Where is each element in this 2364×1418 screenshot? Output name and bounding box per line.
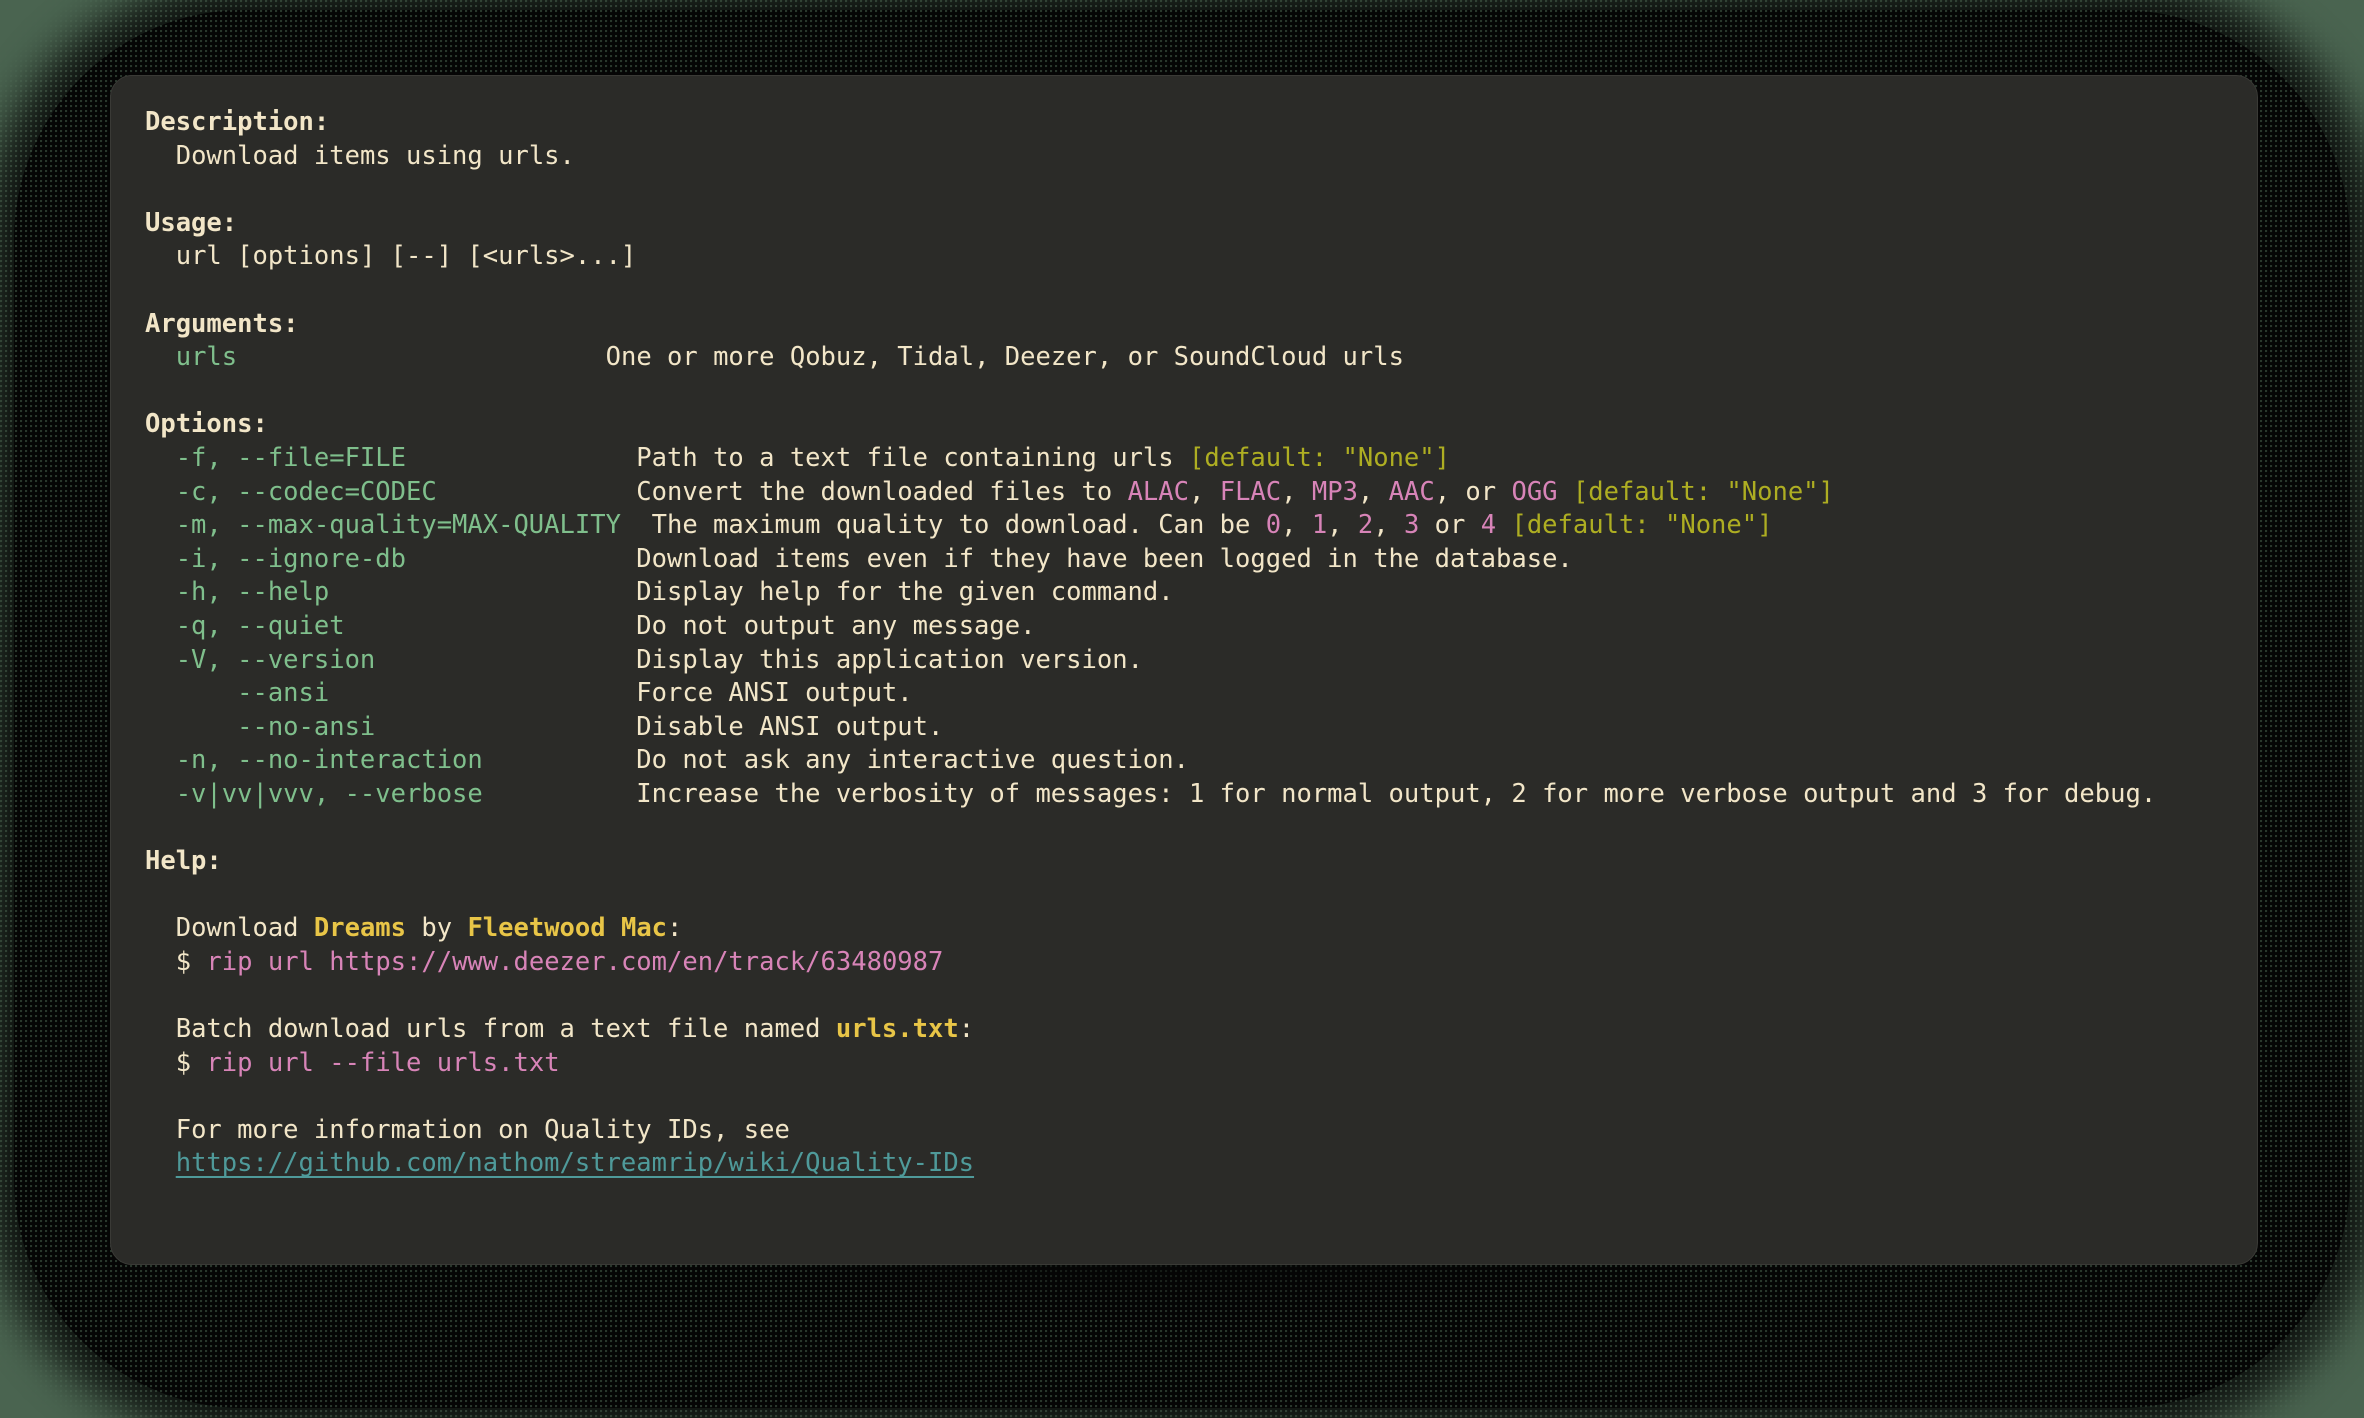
option-value: FLAC — [1219, 476, 1282, 507]
option-description: Display this application version. — [636, 644, 1143, 675]
option-value: ALAC — [1127, 476, 1189, 507]
option-value-separator: , — [1281, 510, 1312, 541]
option-value-separator: , — [1373, 510, 1404, 541]
option-flag: --ansi — [145, 678, 330, 709]
option-gap — [406, 443, 636, 473]
option-row[interactable]: -f, --file=FILE Path to a text file cont… — [145, 443, 1450, 473]
option-description: The maximum quality to download. Can be — [651, 510, 1266, 541]
terminal-window[interactable]: Description: Download items using urls. … — [110, 75, 2258, 1265]
option-gap — [375, 712, 636, 742]
example1-prompt: $ — [175, 946, 207, 977]
argument-desc-urls: One or more Qobuz, Tidal, Deezer, or Sou… — [605, 342, 1404, 373]
option-row[interactable]: -i, --ignore-db Download items even if t… — [145, 544, 1573, 574]
option-value-separator: or — [1419, 510, 1481, 541]
option-flag: -i, --ignore-db — [145, 543, 406, 574]
example2-text-after: : — [958, 1014, 975, 1045]
option-flag: -f, --file=FILE — [145, 442, 406, 473]
option-flag: --no-ansi — [145, 711, 376, 742]
option-value: 0 — [1265, 510, 1282, 541]
option-gap — [375, 645, 636, 675]
option-gap — [437, 477, 637, 507]
option-description: Disable ANSI output. — [636, 711, 944, 742]
option-description: Increase the verbosity of messages: 1 fo… — [636, 778, 2157, 809]
usage-heading: Usage: — [145, 207, 238, 238]
option-gap — [621, 510, 652, 540]
example1-text-mid: by — [406, 913, 468, 944]
option-value: MP3 — [1311, 476, 1358, 507]
argument-name-urls: urls — [175, 342, 238, 373]
option-row[interactable]: -h, --help Display help for the given co… — [145, 577, 1174, 607]
option-row[interactable]: --ansi Force ANSI output. — [145, 678, 913, 708]
option-row[interactable]: -V, --version Display this application v… — [145, 645, 1143, 675]
usage-body: url [options] [--] [<urls>...] — [175, 241, 637, 272]
option-flag: -c, --codec=CODEC — [145, 476, 437, 507]
option-flag: -V, --version — [145, 644, 376, 675]
option-gap — [329, 678, 636, 708]
option-flag: -h, --help — [145, 577, 330, 608]
option-description: Do not output any message. — [636, 610, 1036, 641]
example1-track-title: Dreams — [313, 913, 407, 944]
option-value-separator: , — [1189, 476, 1220, 507]
option-value: 1 — [1311, 510, 1328, 541]
arguments-heading: Arguments: — [145, 308, 299, 339]
option-row[interactable]: --no-ansi Disable ANSI output. — [145, 712, 943, 742]
option-flag: -m, --max-quality=MAX-QUALITY — [145, 510, 621, 541]
option-description: Convert the downloaded files to — [636, 476, 1128, 507]
option-flag: -q, --quiet — [145, 610, 345, 641]
option-gap — [345, 611, 637, 641]
option-value-separator: , — [1357, 476, 1389, 507]
example1-text-after: : — [667, 913, 683, 944]
description-heading: Description: — [145, 107, 330, 137]
help-heading: Help: — [145, 846, 222, 877]
example2-text-before: Batch download urls from a text file nam… — [175, 1014, 836, 1045]
screen-canvas: Description: Download items using urls. … — [0, 0, 2364, 1418]
option-gap — [406, 544, 636, 574]
option-flag: -n, --no-interaction — [145, 745, 483, 776]
option-default: [default: "None"] — [1511, 510, 1773, 541]
options-heading: Options: — [145, 409, 268, 440]
option-description: Download items even if they have been lo… — [636, 543, 1573, 574]
option-value-separator — [1496, 510, 1511, 540]
option-default: [default: "None"] — [1188, 442, 1450, 473]
option-value-separator — [1558, 477, 1573, 507]
example2-filename: urls.txt — [835, 1014, 959, 1045]
option-value-separator: , — [1327, 510, 1358, 541]
option-description: Display help for the given command. — [636, 577, 1174, 608]
example1-command[interactable]: rip url https://www.deezer.com/en/track/… — [206, 947, 943, 977]
option-row[interactable]: -n, --no-interaction Do not ask any inte… — [145, 745, 1189, 775]
option-value: 3 — [1403, 510, 1420, 541]
option-row[interactable]: -q, --quiet Do not output any message. — [145, 610, 1036, 641]
option-gap — [329, 577, 636, 607]
option-value: 4 — [1480, 510, 1497, 541]
example2-prompt: $ — [175, 1047, 207, 1078]
terminal-output: Description: Download items using urls. … — [145, 106, 2223, 1181]
example1-artist-name: Fleetwood Mac — [467, 913, 668, 944]
option-gap — [483, 779, 637, 809]
quality-ids-wiki-link[interactable]: https://github.com/nathom/streamrip/wiki… — [176, 1148, 974, 1178]
option-description: Path to a text file containing urls — [636, 442, 1189, 473]
option-value-separator: , — [1281, 476, 1312, 507]
option-row[interactable]: -c, --codec=CODEC Convert the downloaded… — [145, 477, 1834, 507]
option-value: AAC — [1388, 476, 1435, 507]
example2-command[interactable]: rip url --file urls.txt — [206, 1048, 559, 1078]
example1-text-before: Download — [175, 913, 314, 944]
option-default: [default: "None"] — [1572, 476, 1834, 507]
option-description: Do not ask any interactive question. — [636, 745, 1189, 776]
option-gap — [483, 745, 637, 775]
option-value: OGG — [1511, 476, 1558, 507]
option-row[interactable]: -v|vv|vvv, --verbose Increase the verbos… — [145, 779, 2156, 809]
description-body: Download items using urls. — [175, 140, 575, 171]
option-value-separator: , or — [1434, 476, 1512, 507]
option-row[interactable]: -m, --max-quality=MAX-QUALITY The maximu… — [145, 510, 1773, 541]
option-value: 2 — [1357, 510, 1374, 541]
footer-text: For more information on Quality IDs, see — [175, 1114, 790, 1145]
option-description: Force ANSI output. — [636, 678, 913, 709]
options-block: -f, --file=FILE Path to a text file cont… — [145, 443, 2156, 809]
option-flag: -v|vv|vvv, --verbose — [145, 778, 483, 809]
